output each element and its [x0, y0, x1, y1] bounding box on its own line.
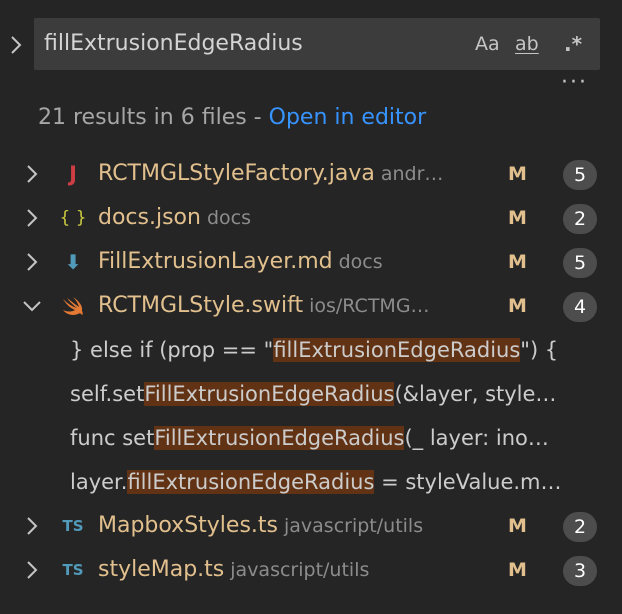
toggle-replace-button[interactable]	[4, 30, 28, 60]
open-in-editor-link[interactable]: Open in editor	[269, 105, 427, 130]
result-file-row[interactable]: TS MapboxStyles.ts javascript/utils M 2	[0, 504, 622, 548]
result-file-name[interactable]: RCTMGLStyleFactory.java andr…	[98, 152, 443, 196]
result-file-name[interactable]: styleMap.ts javascript/utils	[98, 548, 369, 592]
match-line[interactable]: layer.fillExtrusionEdgeRadius = styleVal…	[70, 460, 622, 504]
chevron-right-icon	[27, 561, 38, 579]
results-summary: 21 results in 6 files - Open in editor	[38, 100, 426, 136]
file-path-label: docs	[338, 251, 383, 273]
match-case-button[interactable]: Aa	[475, 18, 500, 70]
modified-badge: M	[508, 207, 527, 229]
swift-icon	[58, 284, 88, 328]
match-count-badge: 5	[563, 160, 597, 190]
file-name-label: docs.json	[98, 205, 201, 230]
file-path-label: docs	[206, 207, 251, 229]
use-regex-button[interactable]: .*	[564, 18, 582, 70]
results-summary-text: 21 results in 6 files -	[38, 105, 269, 130]
match-highlight: FillExtrusionEdgeRadius	[144, 382, 395, 406]
result-file-name[interactable]: docs.json docs	[98, 196, 251, 240]
search-input-box[interactable]: fillExtrusionEdgeRadius Aa ab .*	[34, 18, 600, 70]
result-file-name[interactable]: RCTMGLStyle.swift ios/RCTMG…	[98, 284, 430, 328]
file-name-label: FillExtrusionLayer.md	[98, 249, 333, 274]
expand-toggle[interactable]	[20, 284, 44, 328]
modified-badge: M	[508, 251, 527, 273]
match-count-badge: 5	[563, 248, 597, 278]
chevron-right-icon	[27, 517, 38, 535]
modified-badge: M	[508, 559, 527, 581]
match-count-badge: 3	[563, 556, 597, 586]
match-line[interactable]: } else if (prop == "fillExtrusionEdgeRad…	[70, 328, 622, 372]
file-name-label: MapboxStyles.ts	[98, 513, 278, 538]
match-context-after: (&layer, style…	[394, 382, 557, 406]
match-context-after: = styleValue.m…	[374, 470, 562, 494]
file-path-label: ios/RCTMG…	[309, 295, 430, 317]
result-file-row[interactable]: ⬇ FillExtrusionLayer.md docs M 5	[0, 240, 622, 284]
file-name-label: RCTMGLStyleFactory.java	[98, 161, 375, 186]
result-file-name[interactable]: MapboxStyles.ts javascript/utils	[98, 504, 423, 548]
markdown-icon: ⬇	[64, 250, 82, 274]
chevron-right-icon	[11, 36, 22, 54]
match-whole-word-button[interactable]: ab	[515, 18, 539, 70]
match-context-before: func set	[70, 426, 155, 450]
file-name-label: RCTMGLStyle.swift	[98, 293, 304, 318]
search-input[interactable]: fillExtrusionEdgeRadius	[44, 18, 303, 70]
java-icon: J	[69, 162, 77, 186]
typescript-icon: TS	[62, 517, 84, 535]
result-file-row[interactable]: J RCTMGLStyleFactory.java andr… M 5	[0, 152, 622, 196]
match-context-before: } else if (prop == "	[70, 338, 274, 362]
match-highlight: fillExtrusionEdgeRadius	[127, 470, 375, 494]
match-highlight: fillExtrusionEdgeRadius	[273, 338, 521, 362]
file-path-label: javascript/utils	[230, 559, 370, 581]
match-context-after: (_ layer: ino…	[404, 426, 549, 450]
modified-badge: M	[508, 515, 527, 537]
expand-toggle[interactable]	[20, 240, 44, 284]
typescript-icon: TS	[62, 561, 84, 579]
chevron-right-icon	[27, 253, 38, 271]
expand-toggle[interactable]	[20, 504, 44, 548]
expand-toggle[interactable]	[20, 548, 44, 592]
search-view: fillExtrusionEdgeRadius Aa ab .* ··· 21 …	[0, 0, 622, 614]
modified-badge: M	[508, 163, 527, 185]
chevron-right-icon	[27, 165, 38, 183]
more-actions-icon[interactable]: ···	[561, 72, 595, 100]
chevron-down-icon	[23, 301, 41, 312]
match-context-after: ") {	[520, 338, 559, 362]
match-line[interactable]: func setFillExtrusionEdgeRadius(_ layer:…	[70, 416, 622, 460]
match-count-badge: 4	[563, 292, 597, 322]
result-file-row[interactable]: RCTMGLStyle.swift ios/RCTMG… M 4	[0, 284, 622, 328]
match-line[interactable]: self.setFillExtrusionEdgeRadius(&layer, …	[70, 372, 622, 416]
expand-toggle[interactable]	[20, 152, 44, 196]
match-context-before: layer.	[70, 470, 128, 494]
result-file-row[interactable]: { } docs.json docs M 2	[0, 196, 622, 240]
match-count-badge: 2	[563, 204, 597, 234]
match-highlight: FillExtrusionEdgeRadius	[154, 426, 405, 450]
file-path-label: javascript/utils	[284, 515, 424, 537]
result-file-row[interactable]: TS styleMap.ts javascript/utils M 3	[0, 548, 622, 592]
result-file-name[interactable]: FillExtrusionLayer.md docs	[98, 240, 383, 284]
match-count-badge: 2	[563, 512, 597, 542]
chevron-right-icon	[27, 209, 38, 227]
modified-badge: M	[508, 295, 527, 317]
match-context-before: self.set	[70, 382, 145, 406]
file-name-label: styleMap.ts	[98, 557, 225, 582]
file-path-label: andr…	[380, 163, 444, 185]
json-icon: { }	[59, 208, 87, 228]
expand-toggle[interactable]	[20, 196, 44, 240]
